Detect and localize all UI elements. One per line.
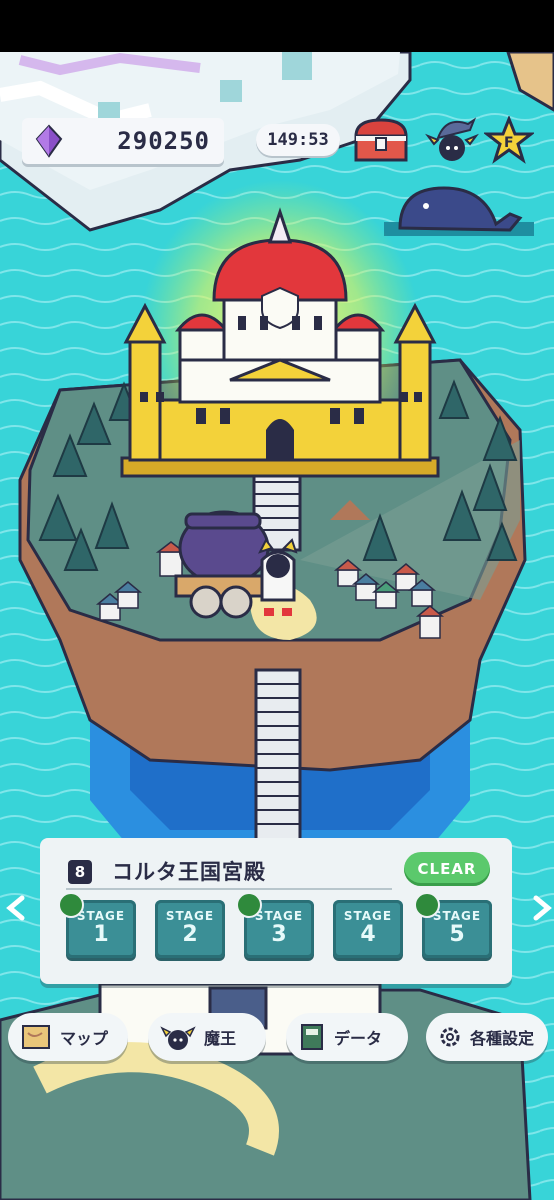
stage-button-5[interactable]: STAGE 5 [414,892,492,958]
gear-icon [440,1027,460,1047]
stage-label: STAGE [343,909,393,923]
title-underline [66,888,392,890]
data-label: データ [334,1029,383,1048]
area-number: 8 [68,860,92,884]
clear-badge: CLEAR [404,852,490,886]
stage-number: 5 [449,922,465,947]
stage-button-4[interactable]: STAGE 4 [333,900,403,958]
stage-label: STAGE [165,909,215,923]
settings-button[interactable]: 各種設定 [426,1013,548,1061]
stage-number: 4 [360,922,376,947]
maou-button[interactable]: 魔王 [148,1013,266,1061]
treasure-chest-icon[interactable] [350,116,412,164]
gem-icon [35,124,63,158]
book-icon [58,892,84,918]
stage-button-1[interactable]: STAGE 1 [58,892,136,958]
stage-number: 3 [271,922,287,947]
stage-number: 2 [182,922,198,947]
demon-lord-icon[interactable] [424,114,480,166]
timer: 149:53 [256,124,340,156]
map-button[interactable]: マップ [8,1013,128,1061]
settings-label: 各種設定 [470,1029,535,1048]
svg-text:F: F [504,135,514,151]
star-f-icon[interactable]: F [484,116,534,164]
map-label: マップ [60,1029,109,1048]
stage-button-2[interactable]: STAGE 2 [155,900,225,958]
maou-label: 魔王 [204,1029,237,1048]
data-button[interactable]: データ [286,1013,408,1061]
map-icon [22,1025,50,1049]
status-bar [0,0,554,52]
area-title: コルタ王国宮殿 [112,860,266,884]
gem-count: 290250 [117,127,210,155]
demon-lord-small-icon [160,1026,196,1050]
book-icon [301,1024,323,1050]
previous-area-arrow[interactable] [4,894,28,922]
gem-counter: 290250 [22,118,224,164]
stage-button-3[interactable]: STAGE 3 [236,892,314,958]
book-icon [236,892,262,918]
next-area-arrow[interactable] [530,894,554,922]
book-icon [414,892,440,918]
stage-number: 1 [93,922,109,947]
stage-select-panel: 8 コルタ王国宮殿 CLEAR STAGE 1 STAGE 2 STAGE 3 … [40,838,512,984]
